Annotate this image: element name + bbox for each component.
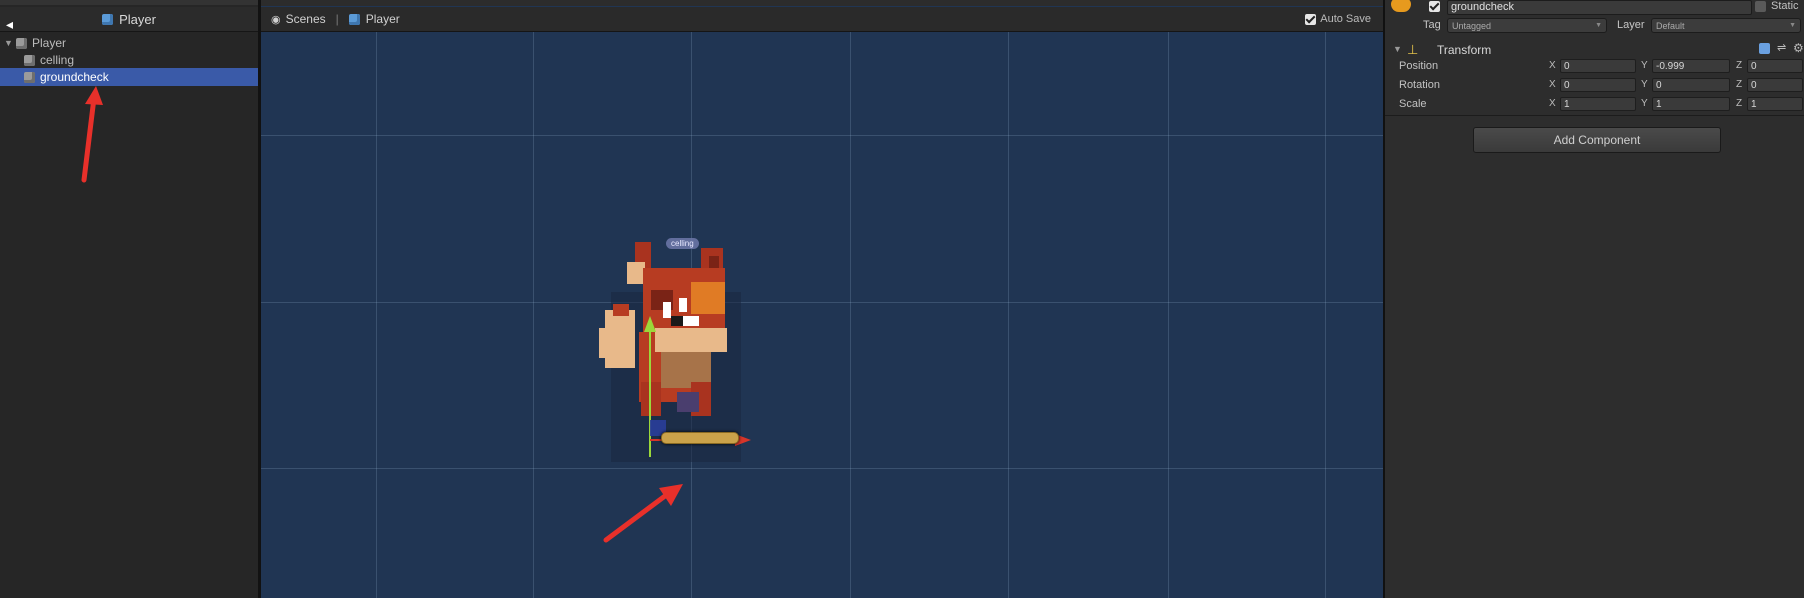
back-arrow-icon[interactable]: ◂ (6, 16, 13, 33)
hierarchy-item-label: celling (40, 53, 75, 67)
scene-breadcrumb-label: Player (365, 12, 400, 26)
x-axis-label: X (1549, 79, 1556, 90)
scene-breadcrumb[interactable]: Player (348, 12, 400, 26)
rotation-row: Rotation X 0 Y 0 Z 0 (1385, 77, 1804, 95)
preset-icon[interactable]: ⇌ (1777, 41, 1786, 54)
hierarchy-item-celling[interactable]: celling (0, 51, 258, 69)
scene-viewport[interactable]: celling (261, 32, 1383, 598)
layer-dropdown[interactable]: Default ▼ (1651, 18, 1801, 33)
gameobject-icon (1391, 0, 1411, 12)
auto-save-label: Auto Save (1320, 13, 1371, 25)
y-axis-label: Y (1641, 60, 1648, 71)
breadcrumb-separator: | (335, 12, 339, 26)
hierarchy-breadcrumb-label: Player (119, 11, 156, 27)
auto-save-checkbox[interactable] (1305, 13, 1317, 25)
celling-gizmo-label: celling (666, 238, 699, 249)
hierarchy-tab-strip (0, 0, 258, 5)
groundcheck-gizmo[interactable] (661, 432, 739, 444)
component-divider (1385, 115, 1804, 116)
scene-toolbar: ◉ Scenes | Player Auto Save (261, 7, 1383, 32)
tag-dropdown[interactable]: Untagged ▼ (1447, 18, 1607, 33)
object-name-input[interactable]: groundcheck (1447, 0, 1752, 15)
gameobject-icon (24, 54, 35, 66)
hierarchy-item-label: groundcheck (40, 70, 109, 84)
add-component-button[interactable]: Add Component (1473, 127, 1721, 153)
x-axis-label: X (1549, 60, 1556, 71)
rotation-z-field[interactable]: 0 (1747, 78, 1803, 92)
z-axis-label: Z (1736, 60, 1743, 71)
layer-label: Layer (1617, 19, 1645, 31)
inspector-panel: groundcheck Static Tag Untagged ▼ Layer … (1384, 0, 1804, 598)
tag-layer-row: Tag Untagged ▼ Layer Default ▼ (1385, 15, 1804, 35)
scale-y-field[interactable]: 1 (1652, 97, 1730, 111)
scene-tab-strip (261, 0, 1383, 6)
hierarchy-panel: Player ◂ ▼ Player celling groundcheck (0, 0, 260, 598)
chevron-down-icon: ▼ (1789, 22, 1796, 29)
scenes-button[interactable]: ◉ Scenes (271, 12, 326, 26)
help-book-icon[interactable] (1759, 43, 1770, 54)
scenes-label: Scenes (285, 12, 326, 26)
z-axis-label: Z (1736, 98, 1743, 109)
scale-z-field[interactable]: 1 (1747, 97, 1803, 111)
prefab-cube-icon (102, 13, 114, 25)
scale-label: Scale (1399, 98, 1427, 110)
prefab-cube-icon (348, 13, 360, 25)
unity-scene-icon: ◉ (271, 13, 281, 26)
transform-title: Transform (1437, 43, 1492, 57)
chevron-down-icon: ▼ (1595, 22, 1602, 29)
active-checkbox[interactable] (1429, 1, 1440, 12)
auto-save-toggle[interactable]: Auto Save (1305, 13, 1371, 25)
layer-value: Default (1656, 20, 1685, 31)
collapse-triangle-icon[interactable]: ▼ (1393, 44, 1402, 54)
static-label: Static (1771, 0, 1799, 12)
expand-triangle-icon[interactable]: ▼ (4, 38, 13, 48)
position-row: Position X 0 Y -0.999 Z 0 (1385, 58, 1804, 76)
position-label: Position (1399, 60, 1439, 72)
annotation-arrow-icon (81, 86, 103, 183)
object-header: groundcheck Static (1385, 0, 1804, 15)
z-axis-label: Z (1736, 79, 1743, 90)
rotation-y-field[interactable]: 0 (1652, 78, 1730, 92)
transform-header[interactable]: ▼ ⊥ Transform ⇌ ⚙ (1385, 40, 1804, 58)
tag-label: Tag (1423, 19, 1441, 31)
tag-value: Untagged (1452, 20, 1492, 31)
position-z-field[interactable]: 0 (1747, 59, 1803, 73)
hierarchy-item-player[interactable]: ▼ Player (0, 34, 258, 52)
rotation-x-field[interactable]: 0 (1560, 78, 1636, 92)
y-axis-arrow-icon (644, 316, 656, 332)
gameobject-icon (24, 71, 35, 83)
hierarchy-item-groundcheck[interactable]: groundcheck (0, 68, 258, 86)
rotation-label: Rotation (1399, 79, 1440, 91)
scale-x-field[interactable]: 1 (1560, 97, 1636, 111)
transform-axes-icon: ⊥ (1407, 42, 1419, 57)
position-y-field[interactable]: -0.999 (1652, 59, 1730, 73)
gear-icon[interactable]: ⚙ (1793, 41, 1804, 55)
hierarchy-breadcrumb[interactable]: Player (0, 7, 258, 32)
y-axis-label: Y (1641, 79, 1648, 90)
gameobject-icon (16, 37, 27, 49)
hierarchy-item-label: Player (32, 36, 67, 50)
position-x-field[interactable]: 0 (1560, 59, 1636, 73)
static-checkbox[interactable] (1755, 1, 1766, 12)
scene-panel: ◉ Scenes | Player Auto Save celling (260, 0, 1384, 598)
y-axis-label: Y (1641, 98, 1648, 109)
annotation-arrow-icon (603, 484, 683, 543)
scale-row: Scale X 1 Y 1 Z 1 (1385, 96, 1804, 114)
x-axis-label: X (1549, 98, 1556, 109)
